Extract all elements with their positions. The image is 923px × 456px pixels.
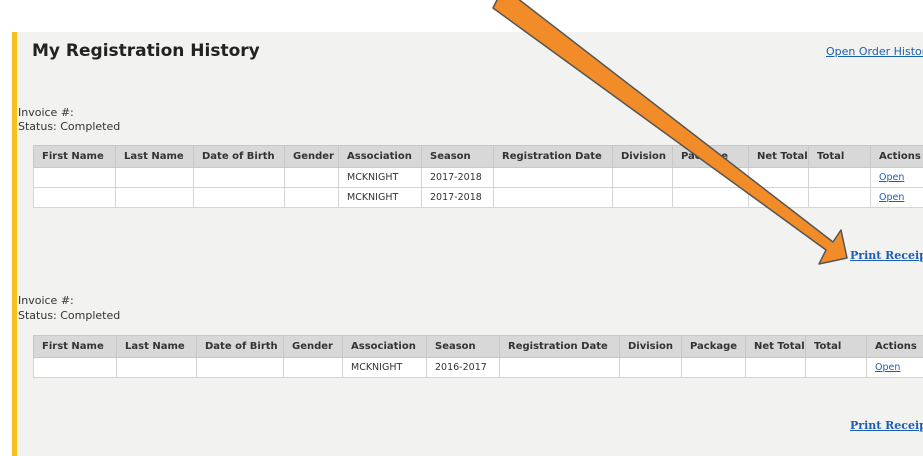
- annotation-arrow-shape: [492, 0, 848, 265]
- annotation-arrow: [492, 0, 848, 265]
